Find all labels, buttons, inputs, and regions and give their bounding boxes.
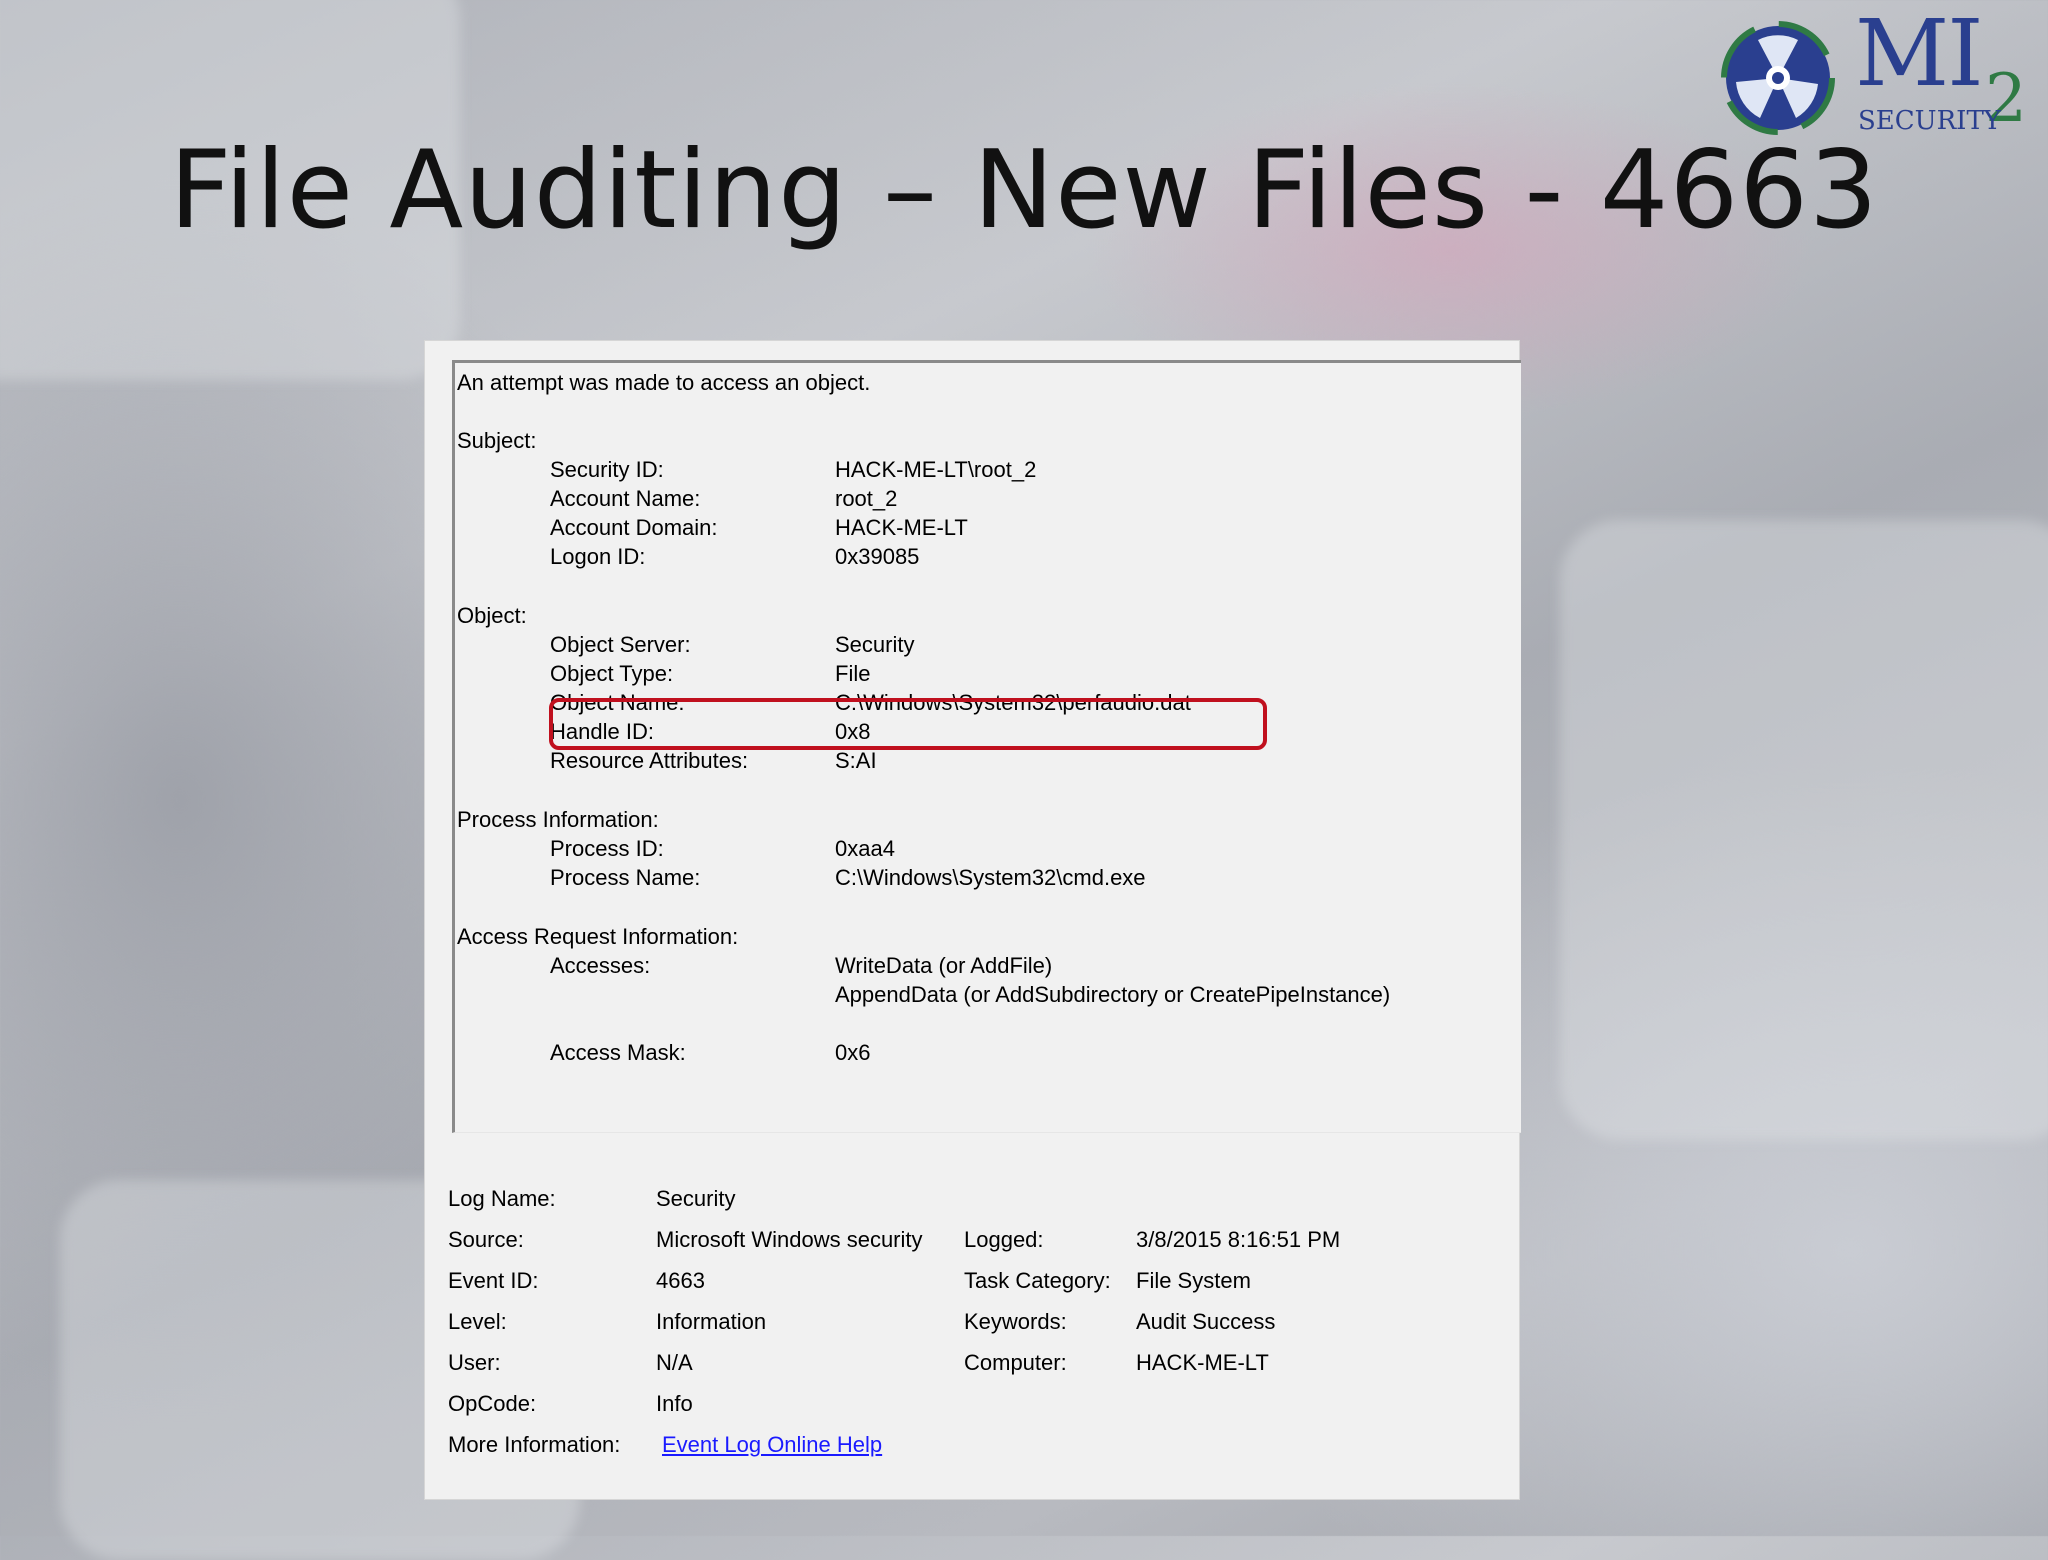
more-info-label: More Information: (448, 1432, 621, 1457)
level-label: Level: (448, 1309, 507, 1334)
field-label: Account Domain: (550, 515, 718, 540)
field-value: 0x39085 (835, 544, 920, 569)
event-description: An attempt was made to access an object. (457, 370, 871, 395)
field-value: HACK-ME-LT (835, 515, 968, 540)
opcode-value: Info (656, 1391, 693, 1416)
field-label: Object Server: (550, 632, 691, 657)
computer-label: Computer: (964, 1350, 1067, 1375)
event-id-label: Event ID: (448, 1268, 539, 1293)
log-name-value: Security (656, 1186, 736, 1211)
access-heading: Access Request Information: (457, 924, 739, 949)
object-name-highlight (549, 698, 1267, 750)
event-id-value: 4663 (656, 1268, 705, 1293)
field-value: root_2 (835, 486, 898, 511)
field-value: Security (835, 632, 915, 657)
logged-value: 3/8/2015 8:16:51 PM (1136, 1227, 1341, 1252)
slide-title: File Auditing – New Files - 4663 (169, 128, 1879, 253)
event-properties-panel: An attempt was made to access an object.… (424, 340, 1521, 1500)
event-log-online-help-link[interactable]: Event Log Online Help (662, 1430, 882, 1459)
task-category-value: File System (1136, 1268, 1251, 1293)
field-label: Logon ID: (550, 544, 646, 569)
field-value: AppendData (or AddSubdirectory or Create… (835, 982, 1391, 1007)
opcode-label: OpCode: (448, 1391, 537, 1416)
field-label: Process ID: (550, 836, 664, 861)
object-heading: Object: (457, 603, 527, 628)
field-label: Process Name: (550, 865, 701, 890)
source-label: Source: (448, 1227, 524, 1252)
source-value: Microsoft Windows security (656, 1227, 923, 1252)
logged-label: Logged: (964, 1227, 1044, 1252)
field-label: Access Mask: (550, 1040, 686, 1065)
log-name-label: Log Name: (448, 1186, 556, 1211)
field-value: 0x6 (835, 1040, 871, 1065)
field-label: Resource Attributes: (550, 748, 749, 773)
field-label: Security ID: (550, 457, 664, 482)
logo-brand: MI (1855, 0, 1984, 107)
user-value: N/A (656, 1350, 693, 1375)
mi2-security-logo-icon (1721, 21, 1835, 135)
computer-value: HACK-ME-LT (1136, 1350, 1269, 1375)
field-value: WriteData (or AddFile) (835, 953, 1053, 978)
logo-tagline: SECURITY (1858, 106, 2001, 136)
task-category-label: Task Category: (964, 1268, 1111, 1293)
field-value: S:AI (835, 748, 877, 773)
field-value: File (835, 661, 871, 686)
process-heading: Process Information: (457, 807, 659, 832)
field-value: C:\Windows\System32\cmd.exe (835, 865, 1146, 890)
keywords-label: Keywords: (964, 1309, 1067, 1334)
field-value: 0xaa4 (835, 836, 895, 861)
level-value: Information (656, 1309, 767, 1334)
background-key-shape (1560, 520, 2048, 1140)
field-label: Object Type: (550, 661, 674, 686)
field-value: HACK-ME-LT\root_2 (835, 457, 1037, 482)
event-description-box[interactable]: An attempt was made to access an object.… (452, 360, 1521, 1133)
field-label: Account Name: (550, 486, 701, 511)
user-label: User: (448, 1350, 501, 1375)
subject-heading: Subject: (457, 428, 537, 453)
keywords-value: Audit Success (1136, 1309, 1276, 1334)
field-label: Accesses: (550, 953, 651, 978)
